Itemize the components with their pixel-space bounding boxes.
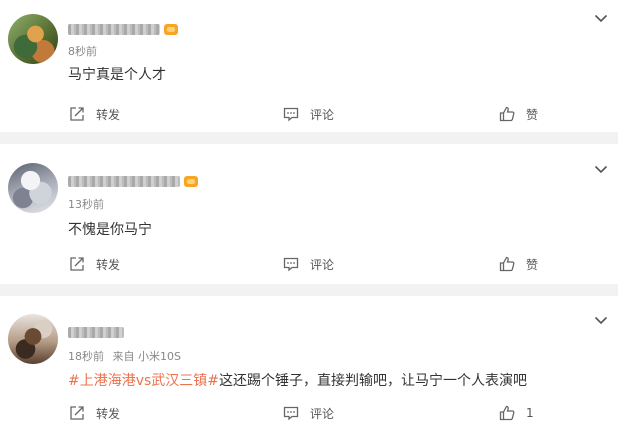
comment-body: 这还踢个锤子，直接判输吧，让马宁一个人表演吧 (219, 373, 528, 389)
repost-icon (70, 406, 84, 420)
repost-icon (70, 107, 84, 121)
comment-meta: 8秒前 (68, 43, 102, 59)
comment-text: #上港海港vs武汉三镇#这还踢个锤子，直接判输吧，让马宁一个人表演吧 (68, 370, 527, 390)
comment-body: 不愧是你马宁 (68, 222, 152, 238)
action-bar: 转发 评论 赞 (0, 255, 618, 275)
username[interactable] (68, 173, 198, 189)
repost-button[interactable]: 转发 (68, 105, 120, 123)
topic-tag[interactable]: #上港海港vs武汉三镇# (68, 373, 219, 389)
comment-text: 马宁真是个人才 (68, 64, 166, 84)
username[interactable] (68, 324, 124, 340)
like-label: 赞 (526, 257, 539, 272)
comment-time: 8秒前 (68, 45, 97, 58)
comment-card: 13秒前 不愧是你马宁 转发 评论 赞 (0, 144, 618, 284)
blurred-username (68, 175, 180, 187)
action-bar: 转发 评论 赞 (0, 105, 618, 125)
comment-icon (283, 257, 299, 272)
comment-icon (283, 107, 299, 122)
avatar[interactable] (8, 14, 58, 64)
like-icon (499, 106, 515, 122)
vip-badge-icon (164, 23, 178, 35)
comment-label: 评论 (310, 107, 335, 122)
chevron-down-icon[interactable] (594, 162, 608, 176)
comment-label: 评论 (310, 257, 335, 272)
like-button[interactable]: 1 (498, 404, 534, 422)
separator (0, 284, 618, 296)
comment-meta: 18秒前 来自 小米10S (68, 348, 186, 364)
action-bar: 转发 评论 1 (0, 404, 618, 424)
comment-label: 评论 (310, 406, 335, 421)
like-button[interactable]: 赞 (498, 105, 538, 123)
comment-meta: 13秒前 (68, 196, 109, 212)
blurred-username (68, 326, 124, 338)
comment-button[interactable]: 评论 (282, 105, 334, 123)
repost-button[interactable]: 转发 (68, 255, 120, 273)
comment-icon (283, 406, 299, 421)
repost-button[interactable]: 转发 (68, 404, 120, 422)
repost-label: 转发 (96, 406, 121, 421)
like-icon (499, 256, 515, 272)
comment-card: 8秒前 马宁真是个人才 转发 评论 赞 (0, 0, 618, 132)
username[interactable] (68, 21, 178, 37)
chevron-down-icon[interactable] (594, 11, 608, 25)
vip-badge-icon (184, 175, 198, 187)
comment-feed: 8秒前 马宁真是个人才 转发 评论 赞 13秒前 不愧是你马宁 转发 评论 赞 … (0, 0, 618, 433)
comment-button[interactable]: 评论 (282, 404, 334, 422)
avatar[interactable] (8, 314, 58, 364)
comment-card: 18秒前 来自 小米10S #上港海港vs武汉三镇#这还踢个锤子，直接判输吧，让… (0, 296, 618, 433)
comment-button[interactable]: 评论 (282, 255, 334, 273)
avatar-image (8, 314, 58, 364)
repost-label: 转发 (96, 107, 121, 122)
like-label: 赞 (526, 107, 539, 122)
comment-body: 马宁真是个人才 (68, 67, 166, 83)
avatar[interactable] (8, 163, 58, 213)
comment-time: 13秒前 (68, 198, 104, 211)
separator (0, 132, 618, 144)
chevron-down-icon[interactable] (594, 313, 608, 327)
avatar-image (8, 14, 58, 64)
like-count: 1 (526, 406, 534, 420)
blurred-username (68, 23, 160, 35)
comment-time: 18秒前 (68, 350, 104, 363)
repost-label: 转发 (96, 257, 121, 272)
avatar-image (8, 163, 58, 213)
comment-source: 来自 小米10S (112, 350, 181, 363)
repost-icon (70, 257, 84, 271)
like-icon (499, 405, 515, 421)
comment-text: 不愧是你马宁 (68, 219, 152, 239)
like-button[interactable]: 赞 (498, 255, 538, 273)
